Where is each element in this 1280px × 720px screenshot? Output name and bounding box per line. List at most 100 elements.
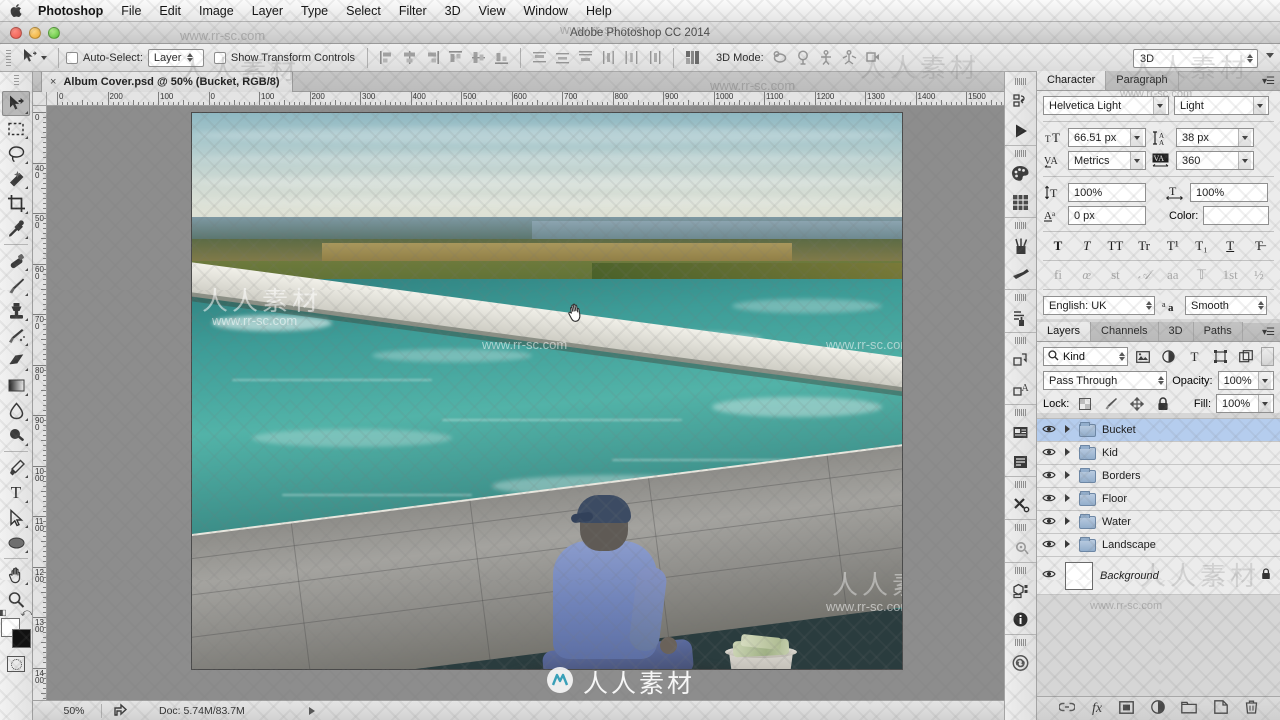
menu-item-3d[interactable]: 3D xyxy=(436,0,470,22)
rail-grip-1[interactable] xyxy=(1015,78,1026,85)
distribute-vertical-center-icon[interactable] xyxy=(554,49,571,66)
lock-position-icon[interactable] xyxy=(1126,394,1147,413)
swash-button[interactable]: 𝒜 xyxy=(1133,267,1155,283)
tab-paths[interactable]: Paths xyxy=(1193,322,1243,341)
rail-grip-9[interactable] xyxy=(1015,567,1026,574)
filter-pixel-icon[interactable] xyxy=(1133,347,1154,366)
tab-paragraph[interactable]: Paragraph xyxy=(1106,71,1179,90)
link-layers-icon[interactable] xyxy=(1058,701,1077,716)
distribute-right-icon[interactable] xyxy=(646,49,663,66)
anti-alias-select[interactable]: Smooth xyxy=(1185,296,1267,315)
layer-row[interactable]: Kid xyxy=(1037,442,1280,465)
titling-alternates-button[interactable]: 𝕋 xyxy=(1191,267,1213,283)
auto-select-scope-select[interactable]: Layer xyxy=(147,48,204,67)
kerning-field[interactable]: Metrics xyxy=(1068,151,1146,170)
bucket-of-money[interactable] xyxy=(725,633,797,669)
tool-pen[interactable] xyxy=(2,455,30,480)
tool-eyedropper[interactable] xyxy=(2,216,30,241)
horizontal-ruler[interactable]: 0 200 100 0 100 200 300 400 500 600 700 800 900 1000 1… xyxy=(47,92,1037,106)
discretionary-ligatures-button[interactable]: œ xyxy=(1076,267,1098,283)
faux-italic-button[interactable]: T xyxy=(1076,238,1098,254)
align-right-edges-icon[interactable] xyxy=(424,49,441,66)
artboard[interactable]: www.rr-sc.com 人人素材 www.rr-sc.com www.rr-… xyxy=(192,113,902,669)
auto-select-checkbox[interactable] xyxy=(66,51,78,64)
new-fill-adjustment-icon[interactable] xyxy=(1150,700,1165,717)
filter-type-icon[interactable]: T xyxy=(1184,347,1205,366)
timeline-icon[interactable] xyxy=(1006,490,1036,519)
tab-character[interactable]: Character xyxy=(1037,71,1107,90)
layer-group-disclosure-icon[interactable] xyxy=(1061,539,1074,551)
tool-preset-chevron-icon[interactable] xyxy=(41,55,47,60)
underline-button[interactable]: T xyxy=(1219,238,1241,254)
scale-3d-icon[interactable] xyxy=(864,49,881,66)
info-icon[interactable] xyxy=(1006,605,1036,634)
layer-visibility-toggle[interactable] xyxy=(1037,447,1061,460)
fractions-button[interactable]: ½ xyxy=(1248,267,1270,283)
align-horizontal-centers-icon[interactable] xyxy=(401,49,418,66)
character-styles-icon[interactable]: A xyxy=(1006,375,1036,404)
layer-thumbnail[interactable] xyxy=(1065,561,1093,590)
close-document-icon[interactable]: × xyxy=(50,76,56,88)
show-transform-controls-checkbox[interactable] xyxy=(213,51,226,64)
vertical-scale-field[interactable]: 100% xyxy=(1068,183,1146,202)
brush-presets-icon[interactable] xyxy=(1006,231,1036,260)
layer-visibility-toggle[interactable] xyxy=(1037,424,1061,437)
new-group-icon[interactable] xyxy=(1181,701,1198,717)
align-top-edges-icon[interactable] xyxy=(447,49,464,66)
tool-blur[interactable] xyxy=(2,398,30,423)
lock-all-icon[interactable] xyxy=(1152,394,1173,413)
filter-smart-object-icon[interactable] xyxy=(1235,347,1256,366)
layer-group-disclosure-icon[interactable] xyxy=(1061,424,1074,436)
menu-item-file[interactable]: File xyxy=(112,0,150,22)
menu-item-type[interactable]: Type xyxy=(292,0,337,22)
canvas-area[interactable]: www.rr-sc.com 人人素材 www.rr-sc.com www.rr-… xyxy=(47,106,1037,700)
strikethrough-button[interactable]: T̶ xyxy=(1248,238,1270,254)
rail-grip-2[interactable] xyxy=(1015,150,1026,157)
tracking-chevron-icon[interactable] xyxy=(1238,152,1251,169)
blend-mode-select[interactable]: Pass Through xyxy=(1043,371,1168,390)
adjustments-icon[interactable] xyxy=(1006,303,1036,332)
layer-row[interactable]: Borders xyxy=(1037,465,1280,488)
tool-dodge[interactable] xyxy=(2,423,30,448)
font-style-chevron-icon[interactable] xyxy=(1253,97,1266,114)
layer-filter-enable-toggle[interactable] xyxy=(1261,347,1274,366)
fill-chevron-icon[interactable] xyxy=(1258,395,1271,412)
standard-ligatures-button[interactable]: fi xyxy=(1047,267,1069,283)
font-family-select[interactable]: Helvetica Light xyxy=(1043,96,1169,115)
lock-image-pixels-icon[interactable] xyxy=(1100,394,1121,413)
layer-style-icon[interactable]: fx xyxy=(1092,701,1102,717)
align-vertical-centers-icon[interactable] xyxy=(470,49,487,66)
stylistic-alternates-button[interactable]: aa xyxy=(1162,267,1184,283)
tracking-field[interactable]: 360 xyxy=(1176,151,1254,170)
menu-item-filter[interactable]: Filter xyxy=(390,0,436,22)
layer-group-disclosure-icon[interactable] xyxy=(1061,470,1074,482)
faux-bold-button[interactable]: T xyxy=(1047,238,1069,254)
filter-adjustment-icon[interactable] xyxy=(1158,347,1179,366)
layer-row[interactable]: Bucket xyxy=(1037,419,1280,442)
small-caps-button[interactable]: Tr xyxy=(1133,238,1155,254)
language-select[interactable]: English: UK xyxy=(1043,296,1155,315)
workspace-select[interactable]: 3D xyxy=(1133,49,1258,68)
tool-magic-wand[interactable] xyxy=(2,166,30,191)
measurement-log-icon[interactable] xyxy=(1006,533,1036,562)
layer-row[interactable]: Floor xyxy=(1037,488,1280,511)
layer-row[interactable]: Water xyxy=(1037,511,1280,534)
align-bottom-edges-icon[interactable] xyxy=(493,49,510,66)
background-color-swatch[interactable] xyxy=(12,629,31,648)
layer-row[interactable]: Landscape xyxy=(1037,534,1280,557)
rail-grip-5[interactable] xyxy=(1015,337,1026,344)
options-bar-overflow-icon[interactable] xyxy=(1266,53,1274,58)
layer-comps-icon[interactable] xyxy=(1006,346,1036,375)
rail-grip-6[interactable] xyxy=(1015,409,1026,416)
superscript-button[interactable]: T¹ xyxy=(1162,238,1184,254)
layer-mask-icon[interactable] xyxy=(1118,700,1134,717)
rail-grip-4[interactable] xyxy=(1015,294,1026,301)
rail-grip-10[interactable] xyxy=(1015,639,1026,646)
notes-icon[interactable] xyxy=(1006,418,1036,447)
slide-3d-icon[interactable] xyxy=(841,49,858,66)
align-left-edges-icon[interactable] xyxy=(378,49,395,66)
subscript-button[interactable]: T₁ xyxy=(1191,238,1213,254)
tool-clone-stamp[interactable] xyxy=(2,298,30,323)
menu-item-layer[interactable]: Layer xyxy=(243,0,292,22)
menu-item-help[interactable]: Help xyxy=(577,0,621,22)
